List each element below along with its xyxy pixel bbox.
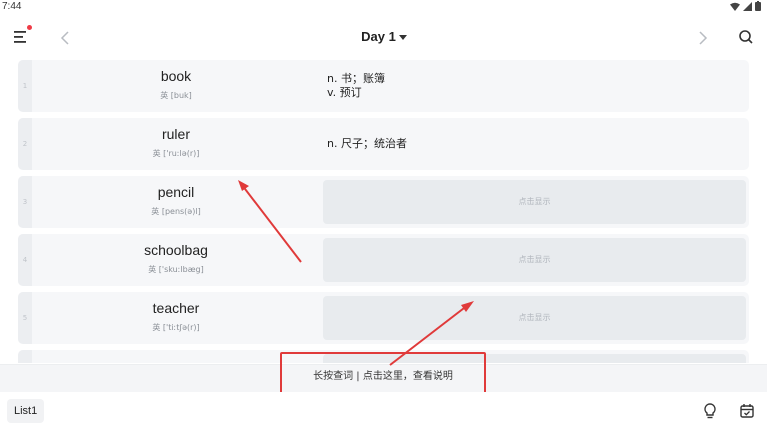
row-index: 5 [18, 292, 32, 344]
wifi-icon [730, 2, 740, 11]
definition-line: v. 预订 [327, 86, 362, 99]
search-button[interactable] [738, 29, 754, 45]
word-text: teacher [152, 300, 200, 316]
search-icon [739, 30, 753, 44]
signal-icon [743, 1, 752, 11]
definition-line: n. 尺子；统治者 [327, 137, 407, 150]
status-time: 7:44 [2, 1, 22, 12]
row-index: 4 [18, 234, 32, 286]
word-phonetic: 英 ['ruːlə(r)] [152, 149, 200, 158]
word-phonetic: 英 [buk] [160, 91, 192, 100]
row-index: 3 [18, 176, 32, 228]
row-index: 2 [18, 118, 32, 170]
word-text: book [160, 68, 192, 84]
prev-day-button[interactable] [58, 28, 72, 48]
status-bar: 7:44 [0, 0, 767, 16]
word-row[interactable]: 5 teacher 英 ['tiːtʃə(r)] 点击显示 [18, 292, 749, 344]
row-index: 1 [18, 60, 32, 112]
bottom-bar: List1 [0, 392, 767, 431]
next-day-button[interactable] [696, 28, 710, 48]
word-row[interactable]: 4 schoolbag 英 ['skuːlbæg] 点击显示 [18, 234, 749, 286]
calendar-icon [740, 404, 754, 418]
word-phonetic: 英 ['tiːtʃə(r)] [152, 323, 200, 332]
system-icons [730, 1, 761, 11]
definition-line: n. 书；账簿 [327, 72, 385, 85]
row-index [18, 350, 32, 363]
list-selector-button[interactable]: List1 [7, 399, 45, 423]
word-phonetic: 英 ['skuːlbæg] [148, 265, 204, 274]
hint-toggle-button[interactable] [702, 402, 718, 420]
word-phonetic: 英 [pens(ə)l] [151, 207, 201, 216]
word-definition: n. 尺子；统治者 [327, 137, 407, 151]
chevron-right-icon [699, 31, 708, 45]
word-text: pencil [157, 184, 195, 200]
chevron-left-icon [60, 31, 69, 45]
battery-icon [755, 1, 761, 11]
menu-icon [14, 31, 26, 43]
word-text: schoolbag [144, 242, 208, 258]
word-row[interactable]: 1 book 英 [buk] n. 书；账簿 v. 预订 [18, 60, 749, 112]
word-list[interactable]: 1 book 英 [buk] n. 书；账簿 v. 预订 2 ruler 英 [… [18, 60, 749, 363]
day-selector[interactable]: Day 1 [340, 29, 428, 44]
top-bar: Day 1 [0, 18, 767, 58]
word-row[interactable]: 3 pencil 英 [pens(ə)l] 点击显示 [18, 176, 749, 228]
notification-dot [27, 25, 32, 30]
word-row[interactable]: 2 ruler 英 ['ruːlə(r)] n. 尺子；统治者 [18, 118, 749, 170]
lightbulb-icon [704, 403, 716, 419]
reveal-definition-button[interactable]: 点击显示 [323, 180, 746, 224]
word-text: ruler [161, 126, 190, 142]
page-title: Day 1 [361, 29, 396, 44]
word-definition: n. 书；账簿 v. 预订 [327, 72, 385, 100]
caret-down-icon [398, 35, 407, 41]
reveal-definition-button[interactable]: 点击显示 [323, 296, 746, 340]
reveal-definition-button[interactable]: 点击显示 [323, 238, 746, 282]
menu-button[interactable] [12, 25, 32, 46]
calendar-button[interactable] [739, 402, 755, 420]
